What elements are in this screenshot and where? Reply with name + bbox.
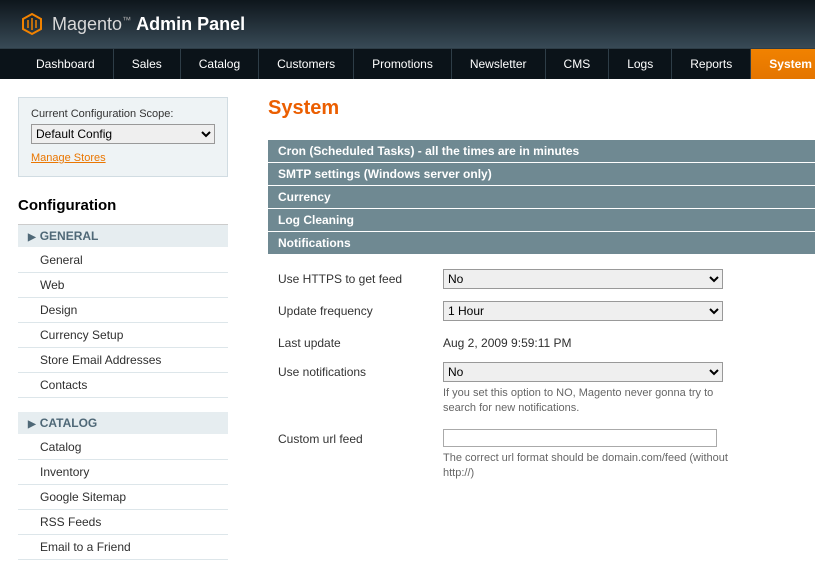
sidebar-item-currency-setup[interactable]: Currency Setup bbox=[18, 323, 228, 348]
section-head-general[interactable]: ▶GENERAL bbox=[18, 225, 228, 248]
row-custom-url: Custom url feed The correct url format s… bbox=[278, 429, 805, 482]
sidebar-item-general[interactable]: General bbox=[18, 248, 228, 273]
sidebar-item-store-email-addresses[interactable]: Store Email Addresses bbox=[18, 348, 228, 373]
nav-customers[interactable]: Customers bbox=[259, 49, 354, 79]
note-use-notifications: If you set this option to NO, Magento ne… bbox=[443, 386, 733, 417]
nav-logs[interactable]: Logs bbox=[609, 49, 672, 79]
main-nav: DashboardSalesCatalogCustomersPromotions… bbox=[0, 48, 815, 79]
nav-cms[interactable]: CMS bbox=[546, 49, 610, 79]
nav-system[interactable]: System bbox=[751, 49, 815, 79]
panel-smtp[interactable]: SMTP settings (Windows server only) bbox=[268, 163, 815, 186]
note-custom-url: The correct url format should be domain.… bbox=[443, 451, 733, 482]
input-custom-url[interactable] bbox=[443, 429, 717, 447]
main-content: System Cron (Scheduled Tasks) - all the … bbox=[228, 97, 815, 560]
scope-select[interactable]: Default Config bbox=[31, 124, 215, 144]
nav-newsletter[interactable]: Newsletter bbox=[452, 49, 546, 79]
sidebar-item-rss-feeds[interactable]: RSS Feeds bbox=[18, 510, 228, 535]
panel-currency[interactable]: Currency bbox=[268, 186, 815, 209]
label-use-notifications: Use notifications bbox=[278, 362, 443, 379]
row-use-https: Use HTTPS to get feed No bbox=[278, 269, 805, 289]
label-use-https: Use HTTPS to get feed bbox=[278, 269, 443, 286]
scope-box: Current Configuration Scope: Default Con… bbox=[18, 97, 228, 177]
row-use-notifications: Use notifications No If you set this opt… bbox=[278, 362, 805, 417]
select-use-notifications[interactable]: No bbox=[443, 362, 723, 382]
select-update-frequency[interactable]: 1 Hour bbox=[443, 301, 723, 321]
sidebar-item-inventory[interactable]: Inventory bbox=[18, 460, 228, 485]
sidebar: Current Configuration Scope: Default Con… bbox=[18, 97, 228, 560]
label-last-update: Last update bbox=[278, 333, 443, 350]
magento-logo-icon bbox=[20, 12, 44, 36]
sidebar-item-email-to-a-friend[interactable]: Email to a Friend bbox=[18, 535, 228, 560]
nav-dashboard[interactable]: Dashboard bbox=[18, 49, 114, 79]
select-use-https[interactable]: No bbox=[443, 269, 723, 289]
sidebar-item-design[interactable]: Design bbox=[18, 298, 228, 323]
panel-log[interactable]: Log Cleaning bbox=[268, 209, 815, 232]
row-update-frequency: Update frequency 1 Hour bbox=[278, 301, 805, 321]
nav-sales[interactable]: Sales bbox=[114, 49, 181, 79]
panel-cron[interactable]: Cron (Scheduled Tasks) - all the times a… bbox=[268, 140, 815, 163]
nav-catalog[interactable]: Catalog bbox=[181, 49, 259, 79]
scope-label: Current Configuration Scope: bbox=[31, 108, 215, 120]
notifications-body: Use HTTPS to get feed No Update frequenc… bbox=[268, 255, 815, 504]
sidebar-item-web[interactable]: Web bbox=[18, 273, 228, 298]
page-title: System bbox=[268, 97, 815, 120]
expand-icon: ▶ bbox=[28, 419, 36, 430]
expand-icon: ▶ bbox=[28, 232, 36, 243]
header-title: Magento™ Admin Panel bbox=[52, 14, 245, 35]
label-update-frequency: Update frequency bbox=[278, 301, 443, 318]
section-head-catalog[interactable]: ▶CATALOG bbox=[18, 412, 228, 435]
value-last-update: Aug 2, 2009 9:59:11 PM bbox=[443, 333, 572, 350]
sidebar-item-google-sitemap[interactable]: Google Sitemap bbox=[18, 485, 228, 510]
sidebar-title: Configuration bbox=[18, 191, 228, 225]
label-custom-url: Custom url feed bbox=[278, 429, 443, 446]
manage-stores-link[interactable]: Manage Stores bbox=[31, 152, 106, 164]
nav-promotions[interactable]: Promotions bbox=[354, 49, 452, 79]
sidebar-item-catalog[interactable]: Catalog bbox=[18, 435, 228, 460]
panel-notifications[interactable]: Notifications bbox=[268, 232, 815, 255]
header: Magento™ Admin Panel bbox=[0, 0, 815, 48]
row-last-update: Last update Aug 2, 2009 9:59:11 PM bbox=[278, 333, 805, 350]
sidebar-item-contacts[interactable]: Contacts bbox=[18, 373, 228, 398]
nav-reports[interactable]: Reports bbox=[672, 49, 751, 79]
